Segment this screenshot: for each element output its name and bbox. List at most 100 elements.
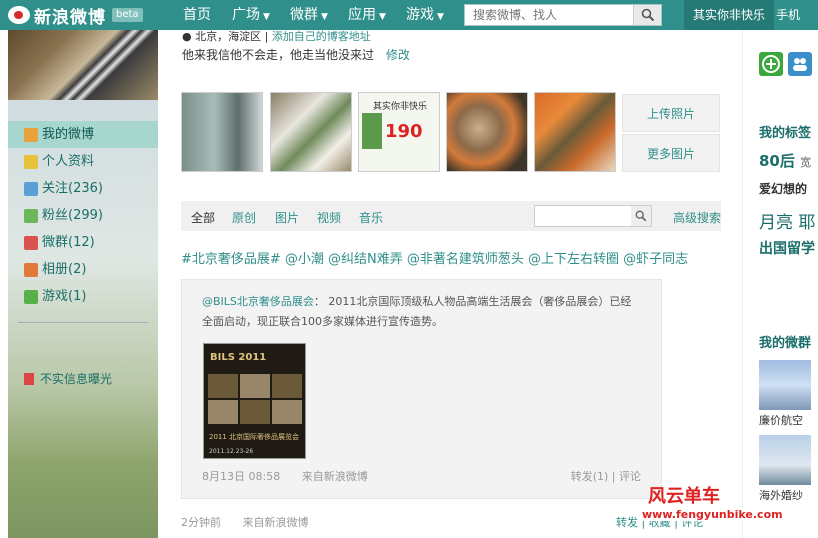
chevron-down-icon: ▼ [263,12,270,22]
avatar[interactable] [8,30,158,100]
watermark-url: www.fengyunbike.com [640,508,785,521]
repost-comment-link[interactable]: 评论 [619,470,641,483]
side-menu: 我的微博 个人资料 关注(236) 粉丝(299) 微群(12) 相册(2) 游… [8,121,158,310]
nav-apps[interactable]: 应用 ▼ [348,0,386,30]
thumb-caption: 其实你非快乐 [373,102,428,112]
album-icon [24,262,38,277]
nav-games[interactable]: 游戏 ▼ [406,0,444,30]
repost-actions: 转发(1) | 评论 [570,470,641,483]
sidebar-item-games[interactable]: 游戏(1) [8,283,158,310]
top-search [464,4,662,26]
column-divider [742,30,743,538]
sidebar-item-follow[interactable]: 关注(236) [8,175,158,202]
search-icon[interactable] [631,206,651,226]
location-text: 北京，海淀区 [195,30,262,43]
chevron-down-icon: ▼ [321,12,328,22]
repost-image[interactable]: BILS 2011 2011 北京国际奢侈品展览会 2011.12.23-26 [203,343,306,459]
nav-square[interactable]: 广场 ▼ [232,0,270,30]
tag-item[interactable]: 80后 宽 [759,150,811,171]
my-tags-title: 我的标签 [759,126,812,141]
follow-icon [24,181,38,196]
sidebar-item-my-weibo[interactable]: 我的微博 [8,121,158,148]
sidebar-item-album[interactable]: 相册(2) [8,256,158,283]
feed-tabs: 全部 原创 图片 视频 音乐 高级搜索 [181,201,721,231]
chevron-down-icon: ▼ [437,12,444,22]
location-line: ● 北京，海淀区 | 添加自己的博客地址 [182,30,371,43]
group-icon [24,235,38,250]
photo-thumb[interactable] [270,92,352,172]
upload-photo-button[interactable]: 上传照片 [622,94,720,132]
photo-thumb[interactable] [446,92,528,172]
report-icon [24,372,34,385]
add-icon[interactable] [759,52,783,76]
left-sidebar: 我的微博 个人资料 关注(236) 粉丝(299) 微群(12) 相册(2) 游… [8,30,158,538]
sidebar-item-groups[interactable]: 微群(12) [8,229,158,256]
group-thumb[interactable] [759,360,811,410]
edit-bio-link[interactable]: 修改 [386,48,410,62]
post-source: 来自新浪微博 [242,516,309,529]
thumb-figure [362,113,382,149]
site-watermark: 风云单车 www.fengyunbike.com [640,480,818,538]
nav-home[interactable]: 首页 [183,0,211,30]
repost-box: @BILS北京奢侈品展会： 2011北京国际顶级私人物品高端生活展会（奢侈品展会… [181,279,662,499]
profile-icon [24,154,38,169]
post-text: #北京奢侈品展# @小潮 @纠结N难弄 @非著名建筑师葱头 @上下左右转圈 @虾… [181,252,689,267]
group-name[interactable]: 廉价航空 [759,412,803,428]
sidebar-item-profile[interactable]: 个人资料 [8,148,158,175]
my-groups-title: 我的微群 [759,336,812,351]
repost-meta: 8月13日 08:58 来自新浪微博 [202,468,368,484]
photo-thumb[interactable] [181,92,263,172]
add-blog-link[interactable]: 添加自己的博客地址 [272,30,371,43]
photo-thumb[interactable]: 其实你非快乐 190 [358,92,440,172]
sidebar-item-fans[interactable]: 粉丝(299) [8,202,158,229]
home-icon [24,127,38,142]
watermark-title: 风云单车 [648,486,720,507]
top-search-input[interactable] [465,5,633,25]
poster-title: BILS 2011 [210,352,267,363]
tab-all[interactable]: 全部 [191,209,215,226]
repost-source: 来自新浪微博 [301,470,368,483]
feed-search-input[interactable] [534,205,652,227]
tag-item[interactable]: 出国留学 [759,238,815,258]
photo-thumb[interactable] [534,92,616,172]
advanced-search-link[interactable]: 高级搜索 [673,209,721,226]
repost-author-link[interactable]: @BILS北京奢侈品展会 [202,295,314,308]
users-icon[interactable] [788,52,812,76]
game-icon [24,289,38,304]
nav-groups[interactable]: 微群 ▼ [290,0,328,30]
weibo-eye-icon [8,6,30,24]
repost-time-link[interactable]: 8月13日 08:58 [202,470,280,483]
forward-link[interactable]: 转发 [616,516,638,529]
repost-text: @BILS北京奢侈品展会： 2011北京国际顶级私人物品高端生活展会（奢侈品展会… [202,295,632,328]
user-name-link[interactable]: 其实你非快乐 [684,0,774,30]
weibo-logo[interactable]: 新浪微博 beta [8,4,143,28]
location-pin-icon: ● [182,30,192,43]
post-meta: 2分钟前 来自新浪微博 [181,514,309,530]
right-column: 我的标签 80后 宽 爱幻想的 月亮 耶 出国留学 我的微群 廉价航空 海外婚纱 [744,30,818,538]
top-nav: 新浪微博 beta 首页 广场▼ 微群▼ 应用▼ 游戏▼ 其实你非快乐 手机 [0,0,818,30]
fans-icon [24,208,38,223]
tag-item[interactable]: 爱幻想的 [759,180,807,197]
thumb-number: 190 [385,121,423,142]
tab-video[interactable]: 视频 [317,209,341,226]
report-link[interactable]: 不实信息曝光 [24,370,112,387]
poster-collage [208,374,302,424]
chevron-down-icon: ▼ [379,12,386,22]
bio-line: 他来我信他不会走，他走当他没来过 修改 [182,46,410,63]
tab-music[interactable]: 音乐 [359,209,383,226]
search-icon[interactable] [633,5,661,25]
poster-date: 2011.12.23-26 [209,448,254,455]
bio-text: 他来我信他不会走，他走当他没来过 [182,48,375,62]
repost-forward-link[interactable]: 转发(1) [571,470,609,483]
group-thumb[interactable] [759,435,811,485]
tab-image[interactable]: 图片 [275,209,299,226]
more-photos-button[interactable]: 更多图片 [622,134,720,172]
tag-item[interactable]: 月亮 耶 [759,208,815,233]
tab-original[interactable]: 原创 [232,209,256,226]
beta-badge: beta [112,8,143,22]
post-time-link[interactable]: 2分钟前 [181,516,221,529]
sidebar-divider [18,322,148,323]
phone-link[interactable]: 手机 [776,0,800,30]
logo-text: 新浪微博 [34,7,106,28]
poster-subtitle: 2011 北京国际奢侈品展览会 [209,433,300,441]
